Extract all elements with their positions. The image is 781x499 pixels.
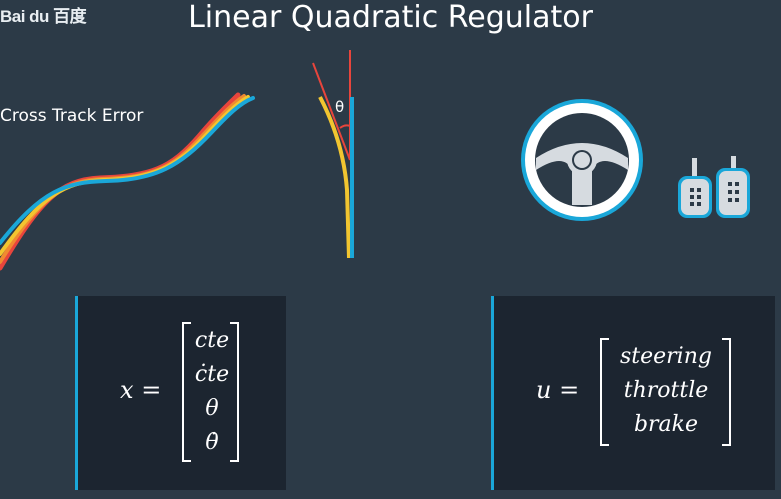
control-equals: = (559, 376, 580, 404)
state-equals: = (141, 376, 162, 404)
state-lhs: x (120, 376, 134, 404)
state-entry-theta-dot: θ̇ (205, 430, 219, 455)
control-lhs: u (536, 376, 552, 404)
trajectory-diagram: θ (0, 50, 750, 271)
theta-symbol: θ (335, 98, 344, 116)
state-entry-theta: θ (205, 396, 219, 421)
state-entry-cte: cte (194, 328, 230, 353)
theta-arc (339, 124, 351, 129)
control-vector-panel: u = steering throttle brake (491, 296, 775, 490)
pedals-icon (678, 156, 750, 218)
control-vector-entries: steering throttle brake (608, 340, 724, 442)
control-entry-brake: brake (633, 412, 699, 437)
control-entry-steering: steering (620, 344, 712, 369)
state-entry-cte-dot: ċte (194, 362, 230, 387)
vehicle-heading-line (312, 62, 351, 161)
state-left-bracket (182, 322, 191, 462)
state-vector-panel: x = cte ċte θ θ̇ (75, 296, 286, 490)
state-vector-entries: cte ċte θ θ̇ (192, 324, 232, 460)
steering-wheel-icon (521, 99, 643, 221)
control-entry-throttle: throttle (623, 378, 709, 403)
